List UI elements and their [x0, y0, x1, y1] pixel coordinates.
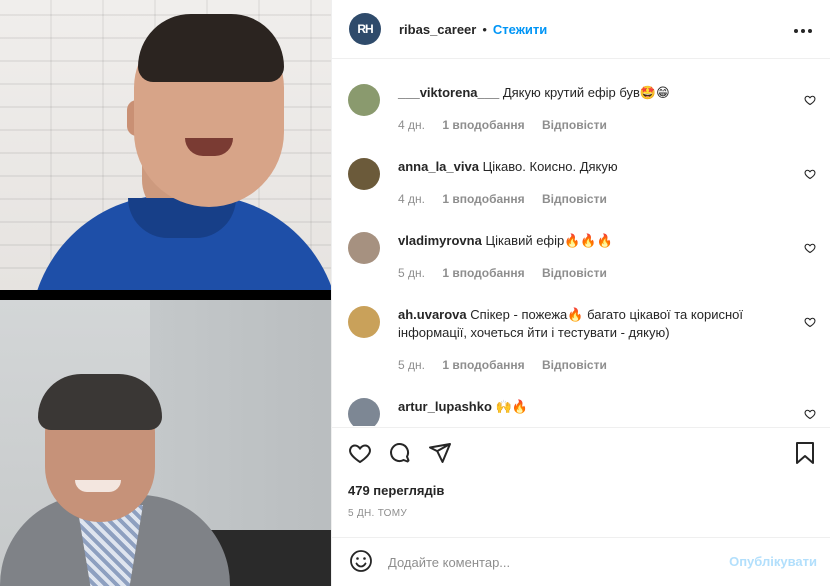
- more-options-icon[interactable]: [793, 20, 813, 36]
- comment-username[interactable]: ah.uvarova: [398, 307, 467, 322]
- comment-likes[interactable]: 1 вподобання: [442, 358, 524, 372]
- video-frame-host: [0, 0, 331, 290]
- like-heart-icon[interactable]: [804, 242, 816, 254]
- comment-text: Дякую крутий ефір був🤩😁: [502, 85, 670, 100]
- comment-username[interactable]: ___viktorena___: [398, 85, 499, 100]
- account-username[interactable]: ribas_career: [399, 22, 476, 37]
- comment-body: vladimyrovna Цікавий ефір🔥🔥🔥: [398, 232, 788, 250]
- comment-age[interactable]: 5 дн.: [398, 266, 425, 280]
- live-video-media[interactable]: [0, 0, 331, 586]
- comment-bubble-icon[interactable]: [388, 441, 412, 465]
- reply-button[interactable]: Відповісти: [542, 118, 607, 132]
- share-paper-plane-icon[interactable]: [428, 441, 452, 465]
- reply-button[interactable]: Відповісти: [542, 358, 607, 372]
- account-avatar[interactable]: RH: [349, 13, 381, 45]
- comment-likes[interactable]: 1 вподобання: [442, 266, 524, 280]
- bookmark-save-icon[interactable]: [794, 441, 816, 465]
- comment-meta: 4 дн. 1 вподобання Відповісти: [398, 118, 621, 132]
- views-count[interactable]: 479 переглядів: [348, 483, 444, 498]
- comment-age[interactable]: 5 дн.: [398, 358, 425, 372]
- video-divider: [0, 290, 331, 300]
- comment-body: artur_lupashko 🙌🔥: [398, 398, 788, 416]
- comment-meta: 4 дн. 1 вподобання Відповісти: [398, 192, 621, 206]
- comment-age[interactable]: 4 дн.: [398, 118, 425, 132]
- post-actions-section: 479 переглядів 5 ДН. ТОМУ: [332, 427, 830, 547]
- like-heart-icon[interactable]: [804, 408, 816, 420]
- guest-smile: [75, 480, 121, 492]
- header-separator: •: [482, 21, 487, 37]
- comment-username[interactable]: vladimyrovna: [398, 233, 482, 248]
- host-hair: [138, 14, 284, 82]
- comment-meta: 5 дн. 1 вподобання Відповісти: [398, 358, 621, 372]
- action-bar: [348, 441, 818, 467]
- post-time-ago[interactable]: 5 ДН. ТОМУ: [348, 508, 407, 519]
- reply-button[interactable]: Відповісти: [542, 266, 607, 280]
- comment-input[interactable]: [388, 550, 708, 574]
- like-heart-icon[interactable]: [348, 441, 372, 465]
- comment-body: ah.uvarova Спікер - пожежа🔥 багато цікав…: [398, 306, 788, 342]
- commenter-avatar[interactable]: [348, 84, 380, 116]
- commenter-avatar[interactable]: [348, 306, 380, 338]
- like-heart-icon[interactable]: [804, 316, 816, 328]
- commenter-avatar[interactable]: [348, 158, 380, 190]
- comment-likes[interactable]: 1 вподобання: [442, 118, 524, 132]
- post-header: RH ribas_career • Стежити: [332, 0, 830, 59]
- emoji-smiley-icon[interactable]: [349, 549, 373, 573]
- publish-button[interactable]: Опублікувати: [729, 554, 817, 569]
- comment-meta: 5 дн. 1 вподобання Відповісти: [398, 266, 621, 280]
- comment-age[interactable]: 4 дн.: [398, 192, 425, 206]
- comment-body: anna_la_viva Цікаво. Коисно. Дякую: [398, 158, 788, 176]
- comment-body: ___viktorena___ Дякую крутий ефір був🤩😁: [398, 84, 788, 102]
- comment-username[interactable]: artur_lupashko: [398, 399, 492, 414]
- add-comment-bar: Опублікувати: [332, 537, 830, 586]
- commenter-avatar[interactable]: [348, 232, 380, 264]
- like-heart-icon[interactable]: [804, 168, 816, 180]
- guest-hair: [38, 374, 162, 430]
- comment-likes[interactable]: 1 вподобання: [442, 192, 524, 206]
- reply-button[interactable]: Відповісти: [542, 192, 607, 206]
- comment-text: 🙌🔥: [495, 399, 528, 414]
- video-frame-guest: [0, 300, 331, 586]
- comments-list[interactable]: ___viktorena___ Дякую крутий ефір був🤩😁 …: [332, 60, 830, 426]
- post-panel: RH ribas_career • Стежити ___viktorena__…: [331, 0, 830, 586]
- comment-text: Цікавий ефір🔥🔥🔥: [485, 233, 613, 248]
- like-heart-icon[interactable]: [804, 94, 816, 106]
- commenter-avatar[interactable]: [348, 398, 380, 426]
- comment-username[interactable]: anna_la_viva: [398, 159, 479, 174]
- comment-text: Цікаво. Коисно. Дякую: [482, 159, 618, 174]
- follow-button[interactable]: Стежити: [493, 22, 547, 37]
